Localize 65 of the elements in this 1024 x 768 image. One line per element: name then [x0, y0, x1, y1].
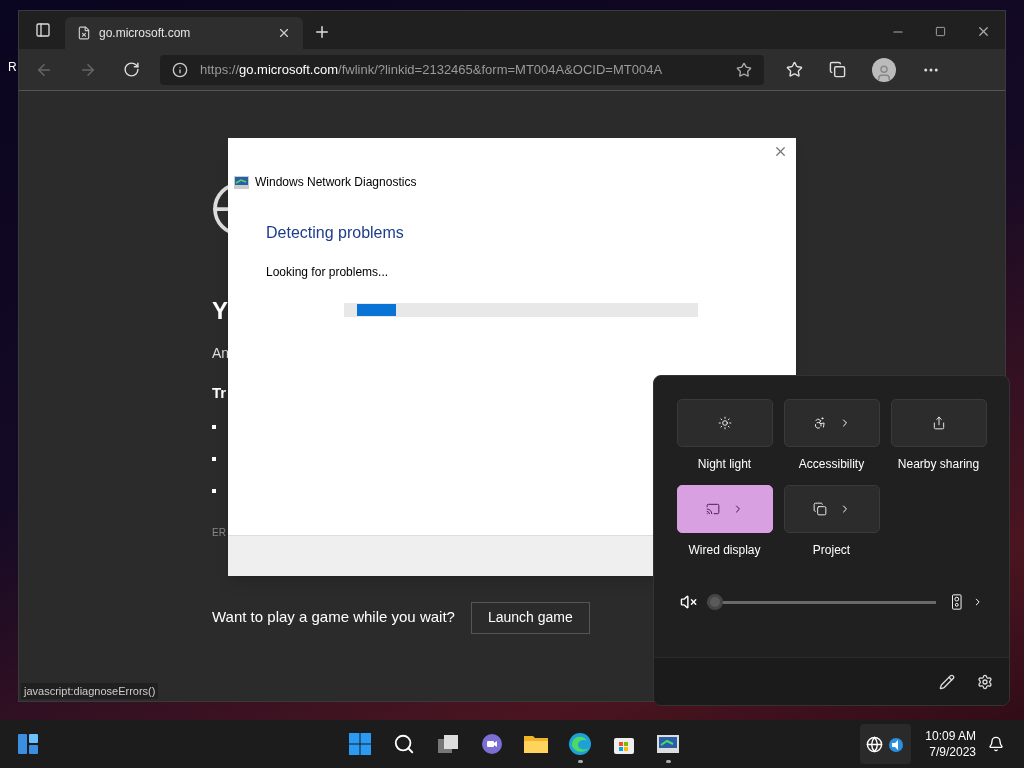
- chat-icon: [480, 732, 504, 756]
- info-icon: [172, 61, 188, 78]
- windows-logo-icon: [348, 732, 372, 756]
- page-text: An: [212, 344, 230, 363]
- search-icon: [393, 733, 415, 755]
- volume-slider[interactable]: [707, 594, 937, 610]
- new-tab-icon[interactable]: [313, 23, 331, 41]
- profile-avatar[interactable]: [872, 57, 896, 82]
- person-icon: [875, 63, 893, 82]
- widgets-icon[interactable]: [17, 733, 39, 755]
- tile-label: Nearby sharing: [897, 456, 980, 473]
- tab-actions-icon[interactable]: [35, 22, 51, 38]
- error-code: ER: [212, 525, 226, 540]
- quick-setting-tile[interactable]: [676, 485, 773, 533]
- accessibility-icon: [812, 416, 827, 430]
- edge-logo-icon: [568, 732, 592, 756]
- close-tab-icon[interactable]: [277, 26, 291, 40]
- close-icon[interactable]: [976, 24, 991, 39]
- desktop-icon-label: R: [8, 59, 17, 76]
- tile-label: Wired display: [688, 542, 761, 559]
- running-indicator: [577, 760, 583, 763]
- cast-icon: [705, 502, 720, 516]
- brightness-icon: [717, 416, 732, 430]
- tile-label: Accessibility: [798, 456, 865, 473]
- add-favorite-icon[interactable]: [736, 61, 752, 78]
- dialog-title: Windows Network Diagnostics: [255, 174, 417, 191]
- muted-speaker-icon[interactable]: [680, 593, 698, 611]
- favorites-icon[interactable]: [786, 61, 803, 78]
- quick-setting-tile[interactable]: [676, 399, 773, 447]
- globe-icon: [866, 735, 884, 753]
- maximize-icon[interactable]: [935, 26, 946, 37]
- browser-tab[interactable]: go.microsoft.com: [65, 17, 303, 49]
- quick-setting-tile[interactable]: [890, 399, 987, 447]
- dialog-message: Looking for problems...: [266, 264, 390, 281]
- game-prompt: Want to play a game while you wait?: [212, 607, 455, 628]
- edit-icon[interactable]: [939, 673, 955, 690]
- network-diagnostics-icon: [656, 732, 680, 756]
- tile-label: Project: [812, 542, 851, 559]
- page-error-icon: [77, 26, 91, 40]
- running-indicator: [665, 760, 671, 763]
- dialog-heading: Detecting problems: [266, 223, 405, 243]
- slider-thumb[interactable]: [707, 594, 724, 610]
- address-bar[interactable]: https://go.microsoft.com/fwlink/?linkid=2132465&form=MT004A&OCID=MT004A: [160, 54, 764, 85]
- quick-setting-tile[interactable]: [783, 485, 880, 533]
- share-icon: [931, 416, 946, 430]
- launch-game-button[interactable]: Launch game: [470, 601, 590, 634]
- page-heading: Y: [212, 296, 228, 326]
- tray-icons[interactable]: [860, 724, 912, 764]
- speaker-device-icon[interactable]: [952, 594, 962, 610]
- close-icon[interactable]: [773, 144, 788, 159]
- notification-icon[interactable]: [988, 736, 1004, 752]
- status-bar-url: javascript:diagnoseErrors(): [21, 682, 159, 699]
- clock-time[interactable]: 10:09 AM: [925, 728, 976, 744]
- tile-label: Night light: [697, 456, 752, 473]
- clock-date[interactable]: 7/9/2023: [929, 744, 976, 760]
- settings-icon[interactable]: [977, 673, 993, 690]
- screens-icon: [812, 502, 827, 516]
- collections-icon[interactable]: [829, 61, 846, 78]
- url-text: https://go.microsoft.com/fwlink/?linkid=2132465&form=MT004A&OCID=MT004A: [200, 60, 664, 79]
- network-diagnostics-icon: [234, 175, 249, 189]
- quick-setting-tile[interactable]: [783, 399, 880, 447]
- refresh-icon[interactable]: [123, 61, 140, 78]
- try-heading: Tr: [212, 383, 227, 403]
- task-view-icon: [436, 732, 460, 756]
- muted-speaker-badge-icon: [887, 735, 906, 753]
